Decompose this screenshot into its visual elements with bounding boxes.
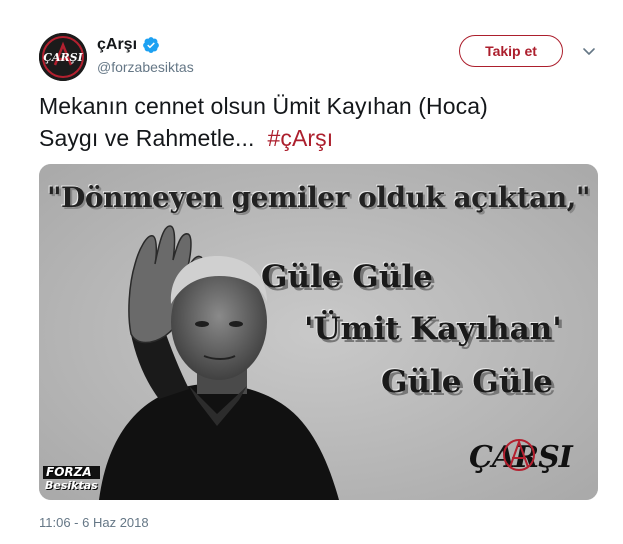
forza-logo-line1: FORZA bbox=[43, 466, 100, 479]
svg-text:ÇARŞI: ÇARŞI bbox=[43, 51, 83, 64]
verified-badge-icon bbox=[142, 36, 160, 54]
display-name-text: çArşı bbox=[97, 36, 138, 53]
username[interactable]: @forzabesiktas bbox=[97, 59, 194, 75]
tweet-text-line2: Saygı ve Rahmetle... #çArşı bbox=[39, 122, 599, 154]
image-line-3: Güle Güle bbox=[381, 364, 553, 400]
display-name[interactable]: çArşı bbox=[97, 36, 160, 54]
tweet-text-line1: Mekanın cennet olsun Ümit Kayıhan (Hoca) bbox=[39, 93, 488, 119]
image-line-1: Güle Güle bbox=[261, 259, 433, 295]
image-line-2: 'Ümit Kayıhan' bbox=[304, 311, 562, 347]
carsi-logo-avatar-icon: ÇARŞI bbox=[39, 33, 87, 81]
follow-button[interactable]: Takip et bbox=[459, 35, 563, 67]
tweet-text: Mekanın cennet olsun Ümit Kayıhan (Hoca)… bbox=[39, 90, 599, 154]
avatar[interactable]: ÇARŞI bbox=[39, 33, 87, 81]
tweet-text-line2-body: Saygı ve Rahmetle... bbox=[39, 125, 255, 151]
image-quote: "Dönmeyen gemiler olduk açıktan," bbox=[46, 181, 591, 214]
forza-logo-line2: Besiktas bbox=[45, 479, 98, 492]
chevron-down-icon[interactable] bbox=[580, 42, 598, 60]
timestamp[interactable]: 11:06 - 6 Haz 2018 bbox=[39, 515, 149, 530]
forza-besiktas-logo: FORZA Besiktas bbox=[43, 466, 100, 492]
hashtag-link[interactable]: #çArşı bbox=[267, 125, 333, 151]
tweet-image[interactable]: "Dönmeyen gemiler olduk açıktan," Güle G… bbox=[39, 164, 598, 500]
anarchy-symbol-icon bbox=[503, 439, 535, 471]
